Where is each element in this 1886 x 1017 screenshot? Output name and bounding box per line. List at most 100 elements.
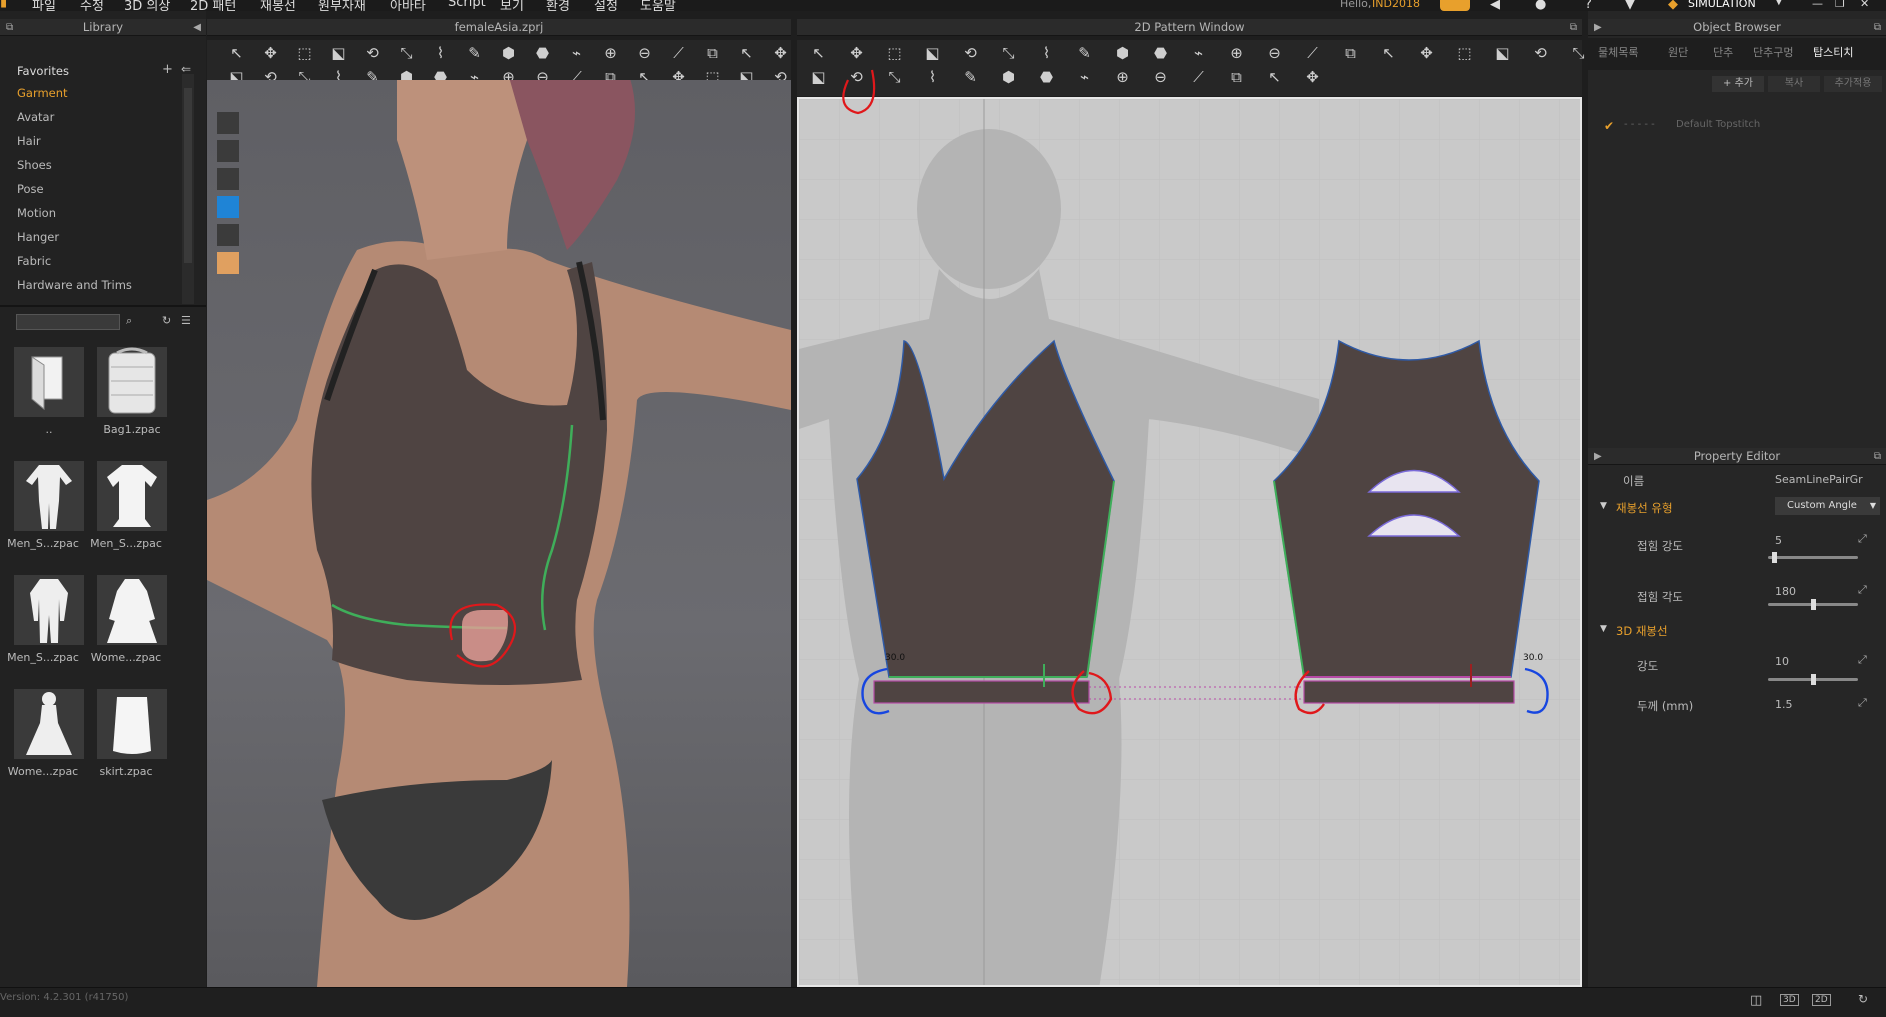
notification-icon[interactable] xyxy=(1440,0,1470,11)
menu-sewing[interactable]: 재봉선 xyxy=(260,0,296,11)
sync-icon[interactable]: ↻ xyxy=(1858,992,1868,1006)
library-item-avatar[interactable]: Avatar xyxy=(17,110,54,124)
tab-button[interactable]: 단추 xyxy=(1713,44,1733,60)
add-button[interactable]: + 추가 xyxy=(1712,76,1764,92)
tool-icon[interactable]: ⌁ xyxy=(1189,44,1208,63)
mode-label[interactable]: SIMULATION xyxy=(1688,0,1756,10)
tool-icon[interactable]: ⬣ xyxy=(533,44,552,63)
library-item-shoes[interactable]: Shoes xyxy=(17,158,52,172)
tool-icon[interactable]: ↖ xyxy=(1265,68,1284,87)
topstitch-item[interactable]: Default Topstitch xyxy=(1676,119,1760,130)
menu-preferences[interactable]: 환경 xyxy=(546,0,570,11)
tool-icon[interactable]: ⤡ xyxy=(885,68,904,87)
tab-topstitch[interactable]: 탑스티치 xyxy=(1813,44,1853,60)
menu-avatar[interactable]: 아바타 xyxy=(390,0,426,11)
library-item-hair[interactable]: Hair xyxy=(17,134,41,148)
tool-icon[interactable]: ✎ xyxy=(961,68,980,87)
tool-icon[interactable]: ⊕ xyxy=(1227,44,1246,63)
tool-icon[interactable]: ↖ xyxy=(737,44,756,63)
tool-icon[interactable]: ⟋ xyxy=(1189,68,1208,87)
pin-icon[interactable]: ⤢ xyxy=(1858,532,1867,546)
tool-icon[interactable]: ✥ xyxy=(261,44,280,63)
tool-icon[interactable]: ⟲ xyxy=(961,44,980,63)
library-scrollbar[interactable] xyxy=(182,74,194,304)
library-item-hardware[interactable]: Hardware and Trims xyxy=(17,278,132,292)
tool-icon[interactable]: ⬚ xyxy=(1455,44,1474,63)
tool-icon[interactable]: ↖ xyxy=(227,44,246,63)
menu-edit[interactable]: 수정 xyxy=(80,0,104,11)
strength-slider[interactable] xyxy=(1768,674,1858,685)
name-value[interactable]: SeamLinePairGr xyxy=(1775,473,1863,486)
tool-icon[interactable]: ✎ xyxy=(465,44,484,63)
tool-icon[interactable]: ⊕ xyxy=(1113,68,1132,87)
fold-strength-slider[interactable] xyxy=(1768,552,1858,563)
thumb-suit2[interactable] xyxy=(14,575,84,645)
thumb-skirt[interactable] xyxy=(97,689,167,759)
menu-script[interactable]: Script xyxy=(448,0,486,10)
menu-view[interactable]: 보기 xyxy=(500,0,524,11)
menu-materials[interactable]: 원부자재 xyxy=(318,0,366,11)
menu-file[interactable]: 파일 xyxy=(32,0,56,11)
tool-icon[interactable]: ✥ xyxy=(1417,44,1436,63)
tab-buttonhole[interactable]: 단추구멍 xyxy=(1753,44,1793,60)
pin-icon[interactable]: ⤢ xyxy=(1858,653,1867,667)
menu-help[interactable]: 도움말 xyxy=(640,0,676,11)
tool-icon[interactable]: ⌁ xyxy=(567,44,586,63)
3d-view-icon[interactable]: 3D xyxy=(1780,994,1799,1006)
tool-icon[interactable]: ⌇ xyxy=(1037,44,1056,63)
expand-icon[interactable]: ▶ xyxy=(1594,19,1602,35)
thumb-folder[interactable] xyxy=(14,347,84,417)
library-item-hanger[interactable]: Hanger xyxy=(17,230,59,244)
thumb-shirt[interactable] xyxy=(97,461,167,531)
undock-icon[interactable]: ⧉ xyxy=(1874,19,1881,35)
tool-icon[interactable]: ⬕ xyxy=(1493,44,1512,63)
tool-icon[interactable]: ✥ xyxy=(771,44,790,63)
tool-icon[interactable]: ⬕ xyxy=(923,44,942,63)
seam-type-select[interactable]: Custom Angle ▼ xyxy=(1775,497,1880,515)
tool-icon[interactable]: ⬣ xyxy=(1037,68,1056,87)
2d-pattern-window[interactable]: 30.0 30.0 xyxy=(797,97,1582,987)
3d-viewport[interactable] xyxy=(207,80,791,987)
tab-fabric[interactable]: 원단 xyxy=(1668,44,1688,60)
menu-2d-pattern[interactable]: 2D 패턴 xyxy=(190,0,236,11)
tool-icon[interactable]: ⟲ xyxy=(1531,44,1550,63)
tool-icon[interactable]: ⬕ xyxy=(329,44,348,63)
tool-icon[interactable]: ⬢ xyxy=(1113,44,1132,63)
tool-icon[interactable]: ⧉ xyxy=(1341,44,1360,63)
tool-icon[interactable]: ⧉ xyxy=(703,44,722,63)
close-icon[interactable]: ✕ xyxy=(1860,0,1869,10)
app-logo-icon[interactable]: ▮ xyxy=(0,0,7,10)
tool-icon[interactable]: ⤡ xyxy=(1569,44,1588,63)
thumb-gown[interactable] xyxy=(14,689,84,759)
tool-icon[interactable]: ⬢ xyxy=(999,68,1018,87)
tool-icon[interactable]: ✎ xyxy=(1075,44,1094,63)
tool-icon[interactable]: ⌇ xyxy=(923,68,942,87)
section-toggle-icon[interactable]: ▼ xyxy=(1600,501,1607,511)
undock-icon[interactable]: ⧉ xyxy=(6,19,13,35)
collapse-icon[interactable]: ◀ xyxy=(193,19,201,35)
help-icon[interactable]: ? xyxy=(1585,0,1592,11)
shirt-icon[interactable]: ▼ xyxy=(1625,0,1635,11)
tool-icon[interactable]: ⌁ xyxy=(1075,68,1094,87)
fold-strength-value[interactable]: 5 xyxy=(1775,534,1782,547)
tool-icon[interactable]: ⊖ xyxy=(1265,44,1284,63)
tool-icon[interactable]: ⟋ xyxy=(669,44,688,63)
menu-settings[interactable]: 설정 xyxy=(594,0,618,11)
thickness-value[interactable]: 1.5 xyxy=(1775,698,1793,711)
apply-button[interactable]: 추가적용 xyxy=(1824,76,1882,92)
user-name[interactable]: IND2018 xyxy=(1372,0,1420,10)
section-toggle-icon[interactable]: ▼ xyxy=(1600,624,1607,634)
split-view-icon[interactable]: ◫ xyxy=(1750,993,1762,1008)
thumb-dress[interactable] xyxy=(97,575,167,645)
user-icon[interactable]: ● xyxy=(1535,0,1546,11)
tool-icon[interactable]: ✥ xyxy=(1303,68,1322,87)
tool-icon[interactable]: ⬣ xyxy=(1151,44,1170,63)
refresh-icon[interactable]: ↻ xyxy=(162,314,171,327)
library-search-input[interactable] xyxy=(16,314,120,330)
tool-icon[interactable]: ⟲ xyxy=(363,44,382,63)
library-item-pose[interactable]: Pose xyxy=(17,182,44,196)
mode-dropdown-icon[interactable]: ▼ xyxy=(1775,0,1783,7)
pin-icon[interactable]: ⤢ xyxy=(1858,583,1867,597)
tool-icon[interactable]: ↖ xyxy=(809,44,828,63)
list-view-icon[interactable]: ☰ xyxy=(181,314,191,327)
